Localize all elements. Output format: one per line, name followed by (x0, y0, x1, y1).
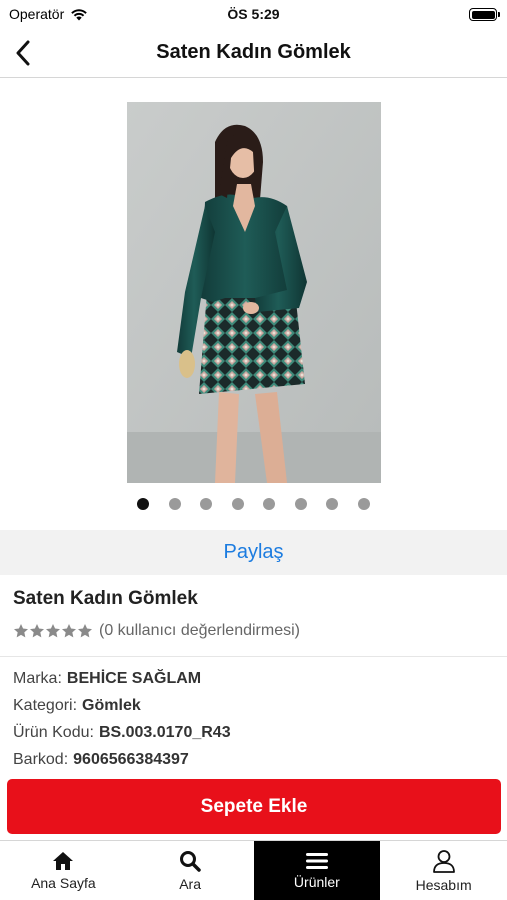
product-image[interactable] (127, 102, 381, 483)
carousel-dot[interactable] (263, 498, 276, 510)
share-row: Paylaş (0, 530, 507, 575)
carousel-dot[interactable] (326, 498, 339, 510)
battery-icon (469, 8, 500, 21)
spec-label: Kategori: (13, 697, 78, 714)
rating-stars (13, 623, 93, 639)
tab-label: Ürünler (293, 874, 340, 890)
user-icon (432, 850, 455, 873)
spec-brand: Marka: BEHİCE SAĞLAM (13, 668, 231, 695)
tab-search[interactable]: Ara (127, 841, 254, 900)
home-icon (53, 852, 74, 870)
star-icon (78, 624, 92, 638)
spec-value: 9606566384397 (73, 751, 189, 768)
add-to-cart-button[interactable]: Sepete Ekle (7, 779, 501, 834)
menu-icon (305, 853, 328, 869)
status-bar: Operatör ÖS 5:29 (0, 0, 507, 28)
status-time: ÖS 5:29 (227, 6, 280, 22)
carousel-dot[interactable] (294, 498, 307, 510)
tab-bar: Ana Sayfa Ara Ürünler Hesabım (0, 840, 507, 900)
spec-label: Ürün Kodu: (13, 724, 94, 741)
tab-home[interactable]: Ana Sayfa (0, 841, 127, 900)
review-count: (0 kullanıcı değerlendirmesi) (99, 622, 300, 639)
spec-value: Gömlek (82, 697, 141, 714)
tab-label: Hesabım (415, 877, 472, 893)
tab-label: Ara (179, 876, 202, 892)
spec-barcode: Barkod: 9606566384397 (13, 749, 231, 776)
spec-value: BEHİCE SAĞLAM (66, 670, 202, 687)
star-icon (14, 624, 28, 638)
product-photo (127, 102, 381, 483)
spec-label: Marka: (13, 670, 62, 687)
star-icon (30, 624, 44, 638)
tab-account[interactable]: Hesabım (380, 841, 507, 900)
spec-value: BS.003.0170_R43 (98, 724, 231, 741)
divider (0, 656, 507, 657)
carousel-dot[interactable] (231, 498, 244, 510)
tab-products[interactable]: Ürünler (253, 841, 381, 900)
carousel-dot[interactable] (168, 498, 181, 510)
page-title: Saten Kadın Gömlek (156, 41, 351, 63)
carousel-dot[interactable] (357, 498, 370, 510)
product-specs: Marka: BEHİCE SAĞLAM Kategori: Gömlek Ürün… (13, 668, 231, 776)
spec-label: Barkod: (13, 751, 69, 768)
carousel-dot[interactable] (200, 498, 213, 510)
nav-bar: Saten Kadın Gömlek (0, 28, 507, 78)
star-icon (46, 624, 60, 638)
spec-category: Kategori: Gömlek (13, 695, 231, 722)
product-name: Saten Kadın Gömlek (13, 588, 198, 609)
tab-label: Ana Sayfa (31, 875, 96, 891)
star-icon (62, 624, 76, 638)
carousel-dots (0, 498, 507, 510)
search-icon (180, 851, 201, 872)
rating-row[interactable]: (0 kullanıcı değerlendirmesi) (13, 622, 300, 640)
spec-product-code: Ürün Kodu: BS.003.0170_R43 (13, 722, 231, 749)
share-link[interactable]: Paylaş (223, 541, 283, 564)
carousel-dot[interactable] (137, 498, 150, 510)
